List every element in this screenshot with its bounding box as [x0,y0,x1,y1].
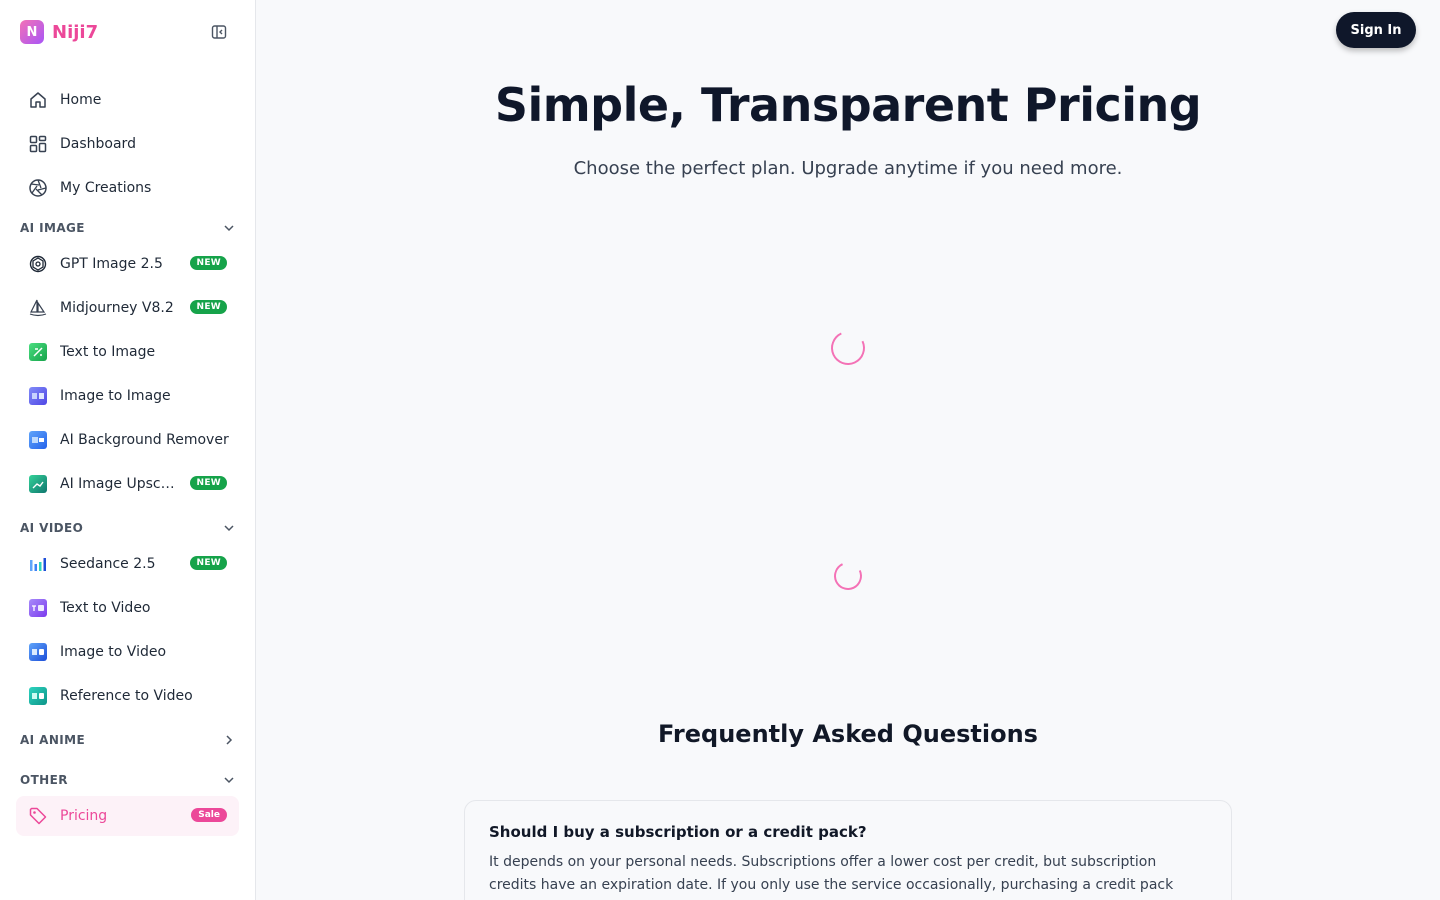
section-title: AI ANIME [20,733,86,747]
sidebar-item-label: GPT Image 2.5 [60,256,163,272]
sidebar-item-pricing[interactable]: Pricing Sale [16,796,239,836]
sidebar-item-label: Midjourney V8.2 [60,300,174,316]
chevron-down-icon [224,225,234,232]
image-to-image-icon [28,386,48,406]
sidebar-item-midjourney[interactable]: Midjourney V8.2 NEW [16,288,239,328]
sidebar-item-label: Home [60,92,102,108]
section-title: OTHER [20,773,68,787]
faq-answer: It depends on your personal needs. Subsc… [489,854,1174,893]
sidebar-item-label: My Creations [60,180,152,196]
home-icon [28,90,48,110]
text-to-image-icon [28,342,48,362]
sidebar-item-label: Image to Image [60,388,171,404]
section-other-toggle[interactable]: OTHER [20,771,236,789]
aperture-icon [28,178,48,198]
sidebar-item-background-remover[interactable]: AI Background Remover [16,420,239,460]
sidebar-item-text-to-video[interactable]: Text to Video [16,588,239,628]
sidebar-item-label: Text to Video [60,600,151,616]
dashboard-icon [28,134,48,154]
section-title: AI VIDEO [20,521,84,535]
faq-question: Should I buy a subscription or a credit … [489,823,867,841]
section-title: AI IMAGE [20,221,85,235]
new-badge: NEW [190,256,227,270]
sidebar-item-label: Pricing [60,808,108,824]
sidebar-item-seedance[interactable]: Seedance 2.5 NEW [16,544,239,584]
tag-icon [28,806,48,826]
chevron-right-icon [226,735,233,745]
sidebar-item-label: AI Image Upscaler [60,476,180,492]
background-remover-icon [28,430,48,450]
section-ai-video-toggle[interactable]: AI VIDEO [20,519,236,537]
openai-icon [28,254,48,274]
new-badge: NEW [190,476,227,490]
sign-in-button[interactable]: Sign In [1336,12,1416,48]
chevron-down-icon [224,777,234,784]
sidebar-item-home[interactable]: Home [16,80,239,120]
section-ai-anime-toggle[interactable]: AI ANIME [20,731,236,749]
chevron-down-icon [224,525,234,532]
sidebar-item-reference-to-video[interactable]: Reference to Video [16,676,239,716]
sidebar-item-label: Dashboard [60,136,136,152]
sidebar-item-label: Reference to Video [60,688,193,704]
text-to-video-icon [28,598,48,618]
sidebar-item-image-upscaler[interactable]: AI Image Upscaler NEW [16,464,239,504]
loading-spinner-icon [826,326,870,370]
sale-badge: Sale [191,808,227,822]
faq-title: Frequently Asked Questions [658,720,1038,748]
sidebar-item-label: AI Background Remover [60,432,229,448]
sidebar-item-label: Seedance 2.5 [60,556,156,572]
faq-item[interactable]: Should I buy a subscription or a credit … [464,800,1232,900]
brand[interactable]: N Niji7 [20,20,98,44]
reference-to-video-icon [28,686,48,706]
sidebar-item-label: Image to Video [60,644,167,660]
new-badge: NEW [190,300,227,314]
section-ai-image-toggle[interactable]: AI IMAGE [20,219,236,237]
sidebar-item-my-creations[interactable]: My Creations [16,168,239,208]
sidebar-item-image-to-video[interactable]: Image to Video [16,632,239,672]
seedance-icon [28,554,48,574]
image-upscaler-icon [28,474,48,494]
sailboat-icon [28,298,48,318]
sidebar-item-gpt-image[interactable]: GPT Image 2.5 NEW [16,244,239,284]
brand-name: Niji7 [52,21,99,43]
new-badge: NEW [190,556,227,570]
sidebar-item-dashboard[interactable]: Dashboard [16,124,239,164]
loading-spinner-icon [830,558,866,594]
page-subtitle: Choose the perfect plan. Upgrade anytime… [573,158,1123,179]
brand-logo-icon: N [20,20,44,44]
sidebar: N Niji7 Home Dashboard My Creations AI I… [0,0,256,900]
sidebar-item-image-to-image[interactable]: Image to Image [16,376,239,416]
sidebar-collapse-icon[interactable] [208,22,230,42]
sidebar-item-text-to-image[interactable]: Text to Image [16,332,239,372]
page-title: Simple, Transparent Pricing [494,78,1202,132]
image-to-video-icon [28,642,48,662]
sidebar-item-label: Text to Image [60,344,156,360]
